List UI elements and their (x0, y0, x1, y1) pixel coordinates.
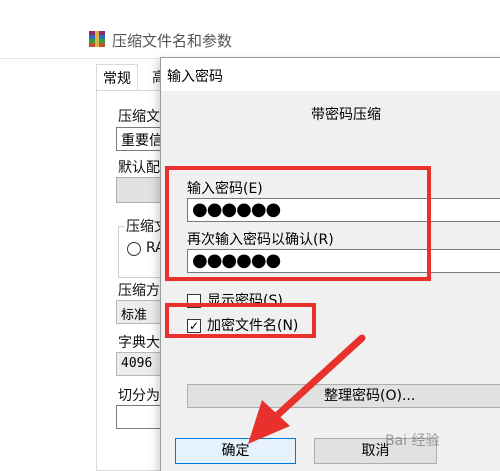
baidu-watermark: Bai 经验 (385, 433, 440, 449)
dictionary-size-label: 字典大 (118, 335, 160, 351)
winrar-icon (89, 31, 105, 47)
format-rar-radio[interactable] (127, 242, 141, 256)
organize-passwords-button[interactable]: 整理密码(O)... (187, 384, 500, 408)
ok-button[interactable]: 确定 (175, 438, 296, 464)
dialog-title: 输入密码 (167, 69, 223, 85)
encrypt-filenames-highlight (165, 303, 316, 338)
tab-general[interactable]: 常规 (96, 64, 138, 90)
default-profile-label: 默认配 (118, 160, 160, 176)
compression-method-label: 压缩方 (118, 283, 160, 299)
back-window-title: 压缩文件名和参数 (112, 32, 233, 50)
password-fields-highlight (165, 166, 431, 281)
archive-name-label: 压缩文 (118, 109, 160, 125)
split-volumes-label: 切分为 (118, 388, 160, 404)
dialog-subtitle: 带密码压缩 (311, 107, 381, 123)
back-window-titlebar (0, 22, 500, 58)
dialog-titlebar: 输入密码 (161, 58, 500, 91)
organize-passwords-label: 整理密码(O)... (324, 388, 416, 404)
